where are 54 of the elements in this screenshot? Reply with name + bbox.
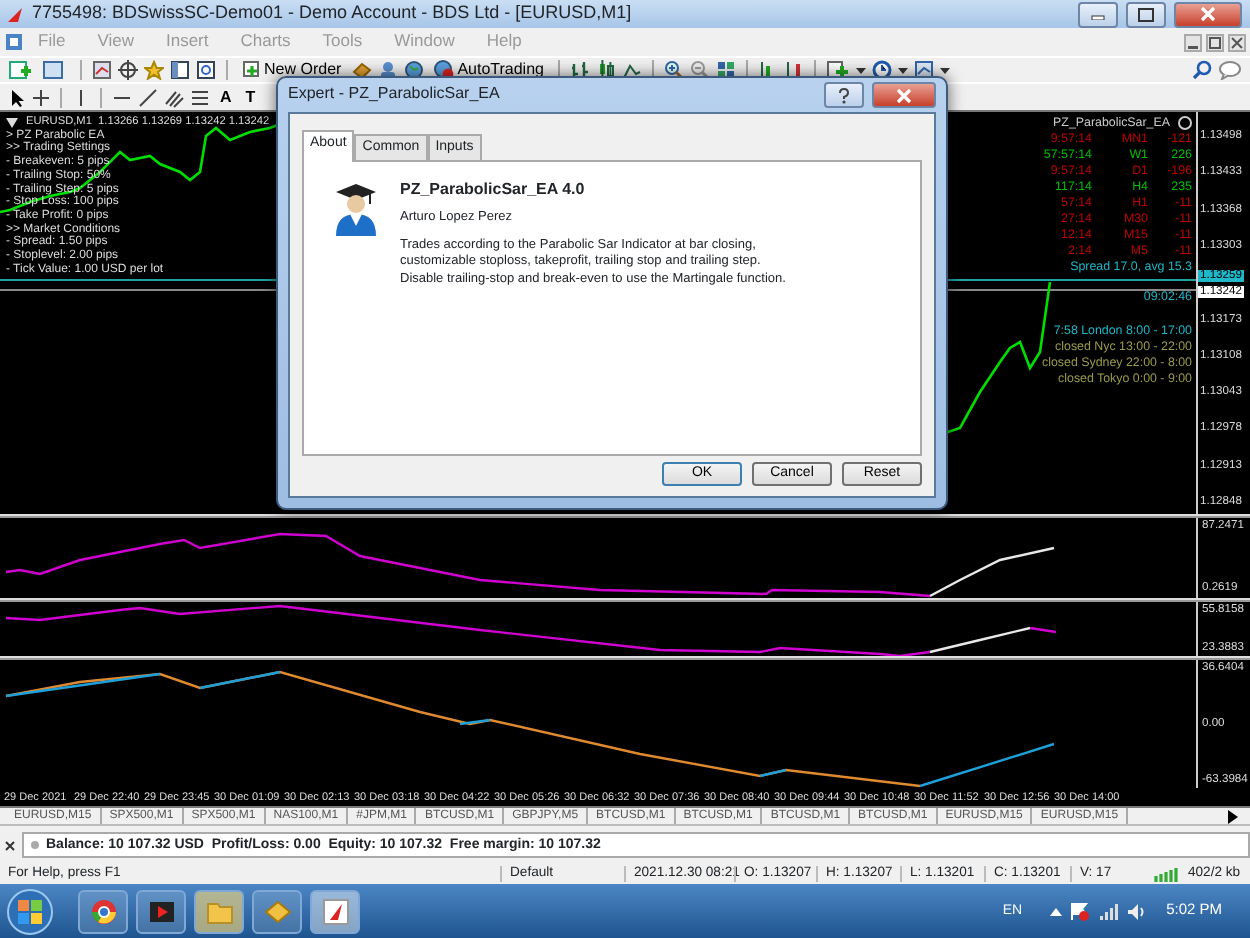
network-icon[interactable] [1098,901,1119,921]
zoom-out-icon[interactable] [689,60,710,80]
app-logo-icon [6,5,24,23]
media-player-icon [147,897,175,925]
user-avatar-icon [332,181,380,238]
text-tool-button[interactable]: T [241,88,260,106]
channel-icon[interactable] [164,87,184,107]
restore-icon[interactable] [1206,33,1224,51]
chat-icon[interactable] [1218,60,1242,80]
crosshair-icon[interactable] [32,87,50,107]
trend-line-icon[interactable] [138,87,158,107]
package-icon [263,897,291,925]
close-icon[interactable] [1228,33,1246,51]
close-button[interactable] [872,82,936,108]
status-dot-icon [30,840,40,850]
maximize-button[interactable] [1126,1,1166,27]
connection-icon [1154,866,1180,882]
expert-name: PZ_ParabolicSar_EA 4.0 [400,181,587,199]
help-button[interactable] [824,82,864,108]
market-watch-icon[interactable] [92,60,112,80]
cursor-icon[interactable] [8,87,26,107]
taskbar-app-button[interactable] [310,889,360,933]
taskbar-app-button[interactable] [78,889,128,933]
help-icon [838,87,850,103]
restore-icon [1138,7,1154,21]
window-title: 7755498: BDSwissSC-Demo01 - Demo Account - BDS Ltd - [EURUSD,M1] [32,4,632,24]
collapse-icon[interactable] [6,117,18,128]
fibonacci-icon[interactable] [190,87,210,107]
close-button[interactable] [1174,1,1242,27]
start-button-icon[interactable] [6,887,54,935]
volume-icon[interactable] [1126,901,1147,921]
minimize-icon[interactable] [1184,33,1202,51]
show-hidden-icons-icon[interactable] [1050,906,1063,916]
folder-icon [205,897,233,925]
trading-terminal-icon [321,897,349,925]
crosshair-icon[interactable] [118,60,138,80]
taskbar-app-button[interactable] [252,889,302,933]
taskbar-app-button[interactable] [136,889,186,933]
line-chart-icon[interactable] [621,60,642,80]
template-icon[interactable] [913,60,934,80]
text-tool-button[interactable]: A [216,88,236,106]
document-icon [6,34,22,50]
bar-chart-icon[interactable] [569,60,590,80]
close-icon [896,87,912,103]
close-icon[interactable] [4,839,16,851]
search-icon[interactable] [1192,60,1212,80]
dialog-title: Expert - PZ_ParabolicSar_EA [288,86,500,104]
indicators-icon[interactable] [825,60,850,80]
scroll-right-icon[interactable] [1228,809,1238,823]
star-icon[interactable] [144,60,164,80]
action-center-icon[interactable] [1070,901,1091,921]
close-icon [1200,6,1216,22]
browser-icon [89,897,117,925]
smiley-icon [1178,116,1192,130]
